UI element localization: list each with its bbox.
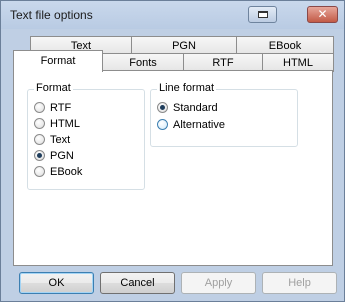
radio-pgn-circle[interactable] (34, 150, 45, 161)
radio-rtf-label: RTF (50, 102, 72, 114)
ok-button[interactable]: OK (19, 272, 94, 294)
window-title: Text file options (10, 8, 93, 22)
radio-text-circle[interactable] (34, 134, 45, 145)
radio-standard-label: Standard (173, 102, 218, 114)
restore-button[interactable] (248, 6, 277, 23)
close-button[interactable]: ✕ (307, 6, 338, 23)
radio-alternative-circle[interactable] (157, 119, 168, 130)
radio-text-label: Text (50, 134, 71, 146)
format-group-label: Format (34, 82, 73, 94)
radio-pgn-label: PGN (50, 150, 74, 162)
apply-button[interactable]: Apply (181, 272, 256, 294)
radio-html-label: HTML (50, 118, 80, 130)
format-group: Format RTF HTML Text PGN EBook (27, 82, 145, 190)
line-format-group-label: Line format (157, 82, 217, 94)
radio-alternative-label: Alternative (173, 119, 225, 131)
radio-ebook-label: EBook (50, 166, 83, 178)
radio-standard-circle[interactable] (157, 102, 168, 113)
radio-ebook-circle[interactable] (34, 166, 45, 177)
radio-html-circle[interactable] (34, 118, 45, 129)
line-format-group: Line format Standard Alternative (150, 82, 298, 147)
close-icon: ✕ (317, 7, 328, 21)
cancel-button[interactable]: Cancel (100, 272, 175, 294)
title-bar[interactable]: Text file options ✕ (1, 1, 344, 29)
restore-icon (258, 11, 268, 18)
radio-rtf-circle[interactable] (34, 102, 45, 113)
tab-format[interactable]: Format (13, 50, 103, 72)
help-button[interactable]: Help (262, 272, 337, 294)
format-tab-panel: Format RTF HTML Text PGN EBook Line form… (13, 70, 333, 266)
dialog-window: Text file options ✕ Text PGN EBook Fonts… (0, 0, 345, 302)
